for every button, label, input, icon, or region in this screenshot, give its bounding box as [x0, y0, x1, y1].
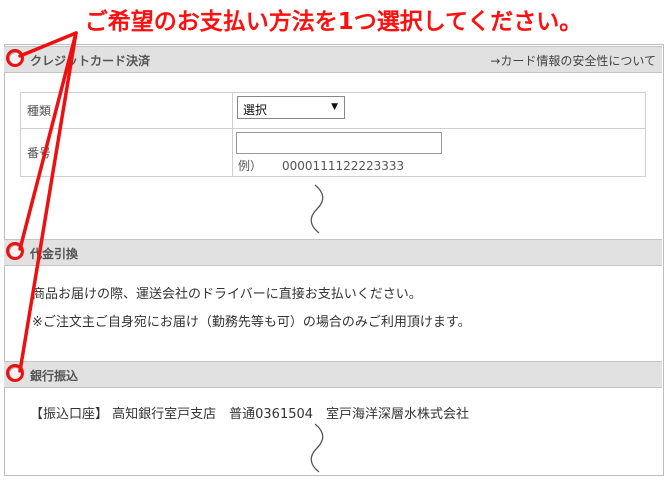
callout-ring — [6, 242, 24, 260]
callout-lines — [18, 31, 78, 373]
callout-ring — [6, 49, 24, 67]
callout-ring — [6, 364, 24, 382]
